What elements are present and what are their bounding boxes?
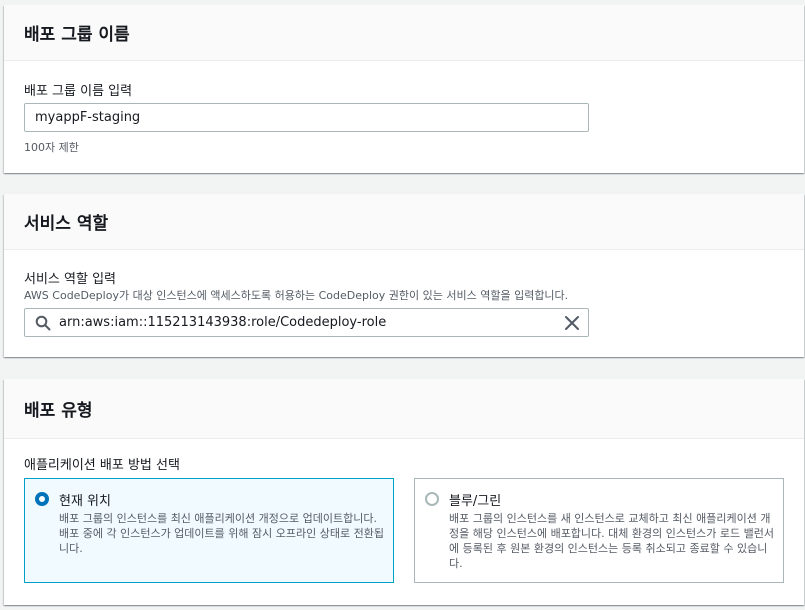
character-limit-hint: 100자 제한 xyxy=(24,141,79,154)
input-value: myappF-staging xyxy=(35,110,141,125)
deployment-type-panel: 배포 유형 애플리케이션 배포 방법 선택 현재 위치 배포 그룹의 인스턴스를… xyxy=(4,379,804,605)
panel-header: 서비스 역할 xyxy=(4,194,804,250)
panel-title: 서비스 역할 xyxy=(24,214,109,234)
panel-header: 배포 유형 xyxy=(4,379,804,439)
panel-title: 배포 그룹 이름 xyxy=(24,25,130,45)
option-title: 현재 위치 xyxy=(59,494,111,509)
deployment-option-blue-green[interactable]: 블루/그린 배포 그룹의 인스턴스를 새 인스턴스로 교체하고 최신 애플리케이… xyxy=(414,478,784,583)
radio-button-blue-green[interactable] xyxy=(425,492,439,506)
option-description: 배포 그룹의 인스턴스를 최신 애플리케이션 개정으로 업데이트합니다. 배포 … xyxy=(59,512,384,555)
option-title: 블루/그린 xyxy=(449,494,502,509)
service-role-input[interactable]: arn:aws:iam::115213143938:role/Codedeplo… xyxy=(24,308,589,337)
option-description: 배포 그룹의 인스턴스를 새 인스턴스로 교체하고 최신 애플리케이션 개정을 … xyxy=(449,512,774,570)
panel-body: 애플리케이션 배포 방법 선택 현재 위치 배포 그룹의 인스턴스를 최신 애플… xyxy=(4,439,804,605)
deployment-method-label: 애플리케이션 배포 방법 선택 xyxy=(24,458,180,473)
deployment-group-name-label: 배포 그룹 이름 입력 xyxy=(24,84,133,99)
search-icon xyxy=(35,315,51,331)
service-role-description: AWS CodeDeploy가 대상 인스턴스에 액세스하도록 허용하는 Cod… xyxy=(24,289,569,302)
panel-body: 배포 그룹 이름 입력 myappF-staging 100자 제한 xyxy=(4,61,804,172)
deployment-group-name-input[interactable]: myappF-staging xyxy=(24,103,589,132)
panel-title: 배포 유형 xyxy=(24,401,93,421)
service-role-label: 서비스 역할 입력 xyxy=(24,272,116,287)
panel-header: 배포 그룹 이름 xyxy=(4,5,804,61)
panel-body: 서비스 역할 입력 AWS CodeDeploy가 대상 인스턴스에 액세스하도… xyxy=(4,250,804,356)
deployment-group-name-panel: 배포 그룹 이름 배포 그룹 이름 입력 myappF-staging 100자… xyxy=(4,5,804,173)
deployment-option-in-place[interactable]: 현재 위치 배포 그룹의 인스턴스를 최신 애플리케이션 개정으로 업데이트합니… xyxy=(24,478,394,583)
close-icon[interactable] xyxy=(564,315,580,331)
radio-button-in-place[interactable] xyxy=(35,492,49,506)
service-role-panel: 서비스 역할 서비스 역할 입력 AWS CodeDeploy가 대상 인스턴스… xyxy=(4,194,804,357)
input-value: arn:aws:iam::115213143938:role/Codedeplo… xyxy=(59,315,387,330)
